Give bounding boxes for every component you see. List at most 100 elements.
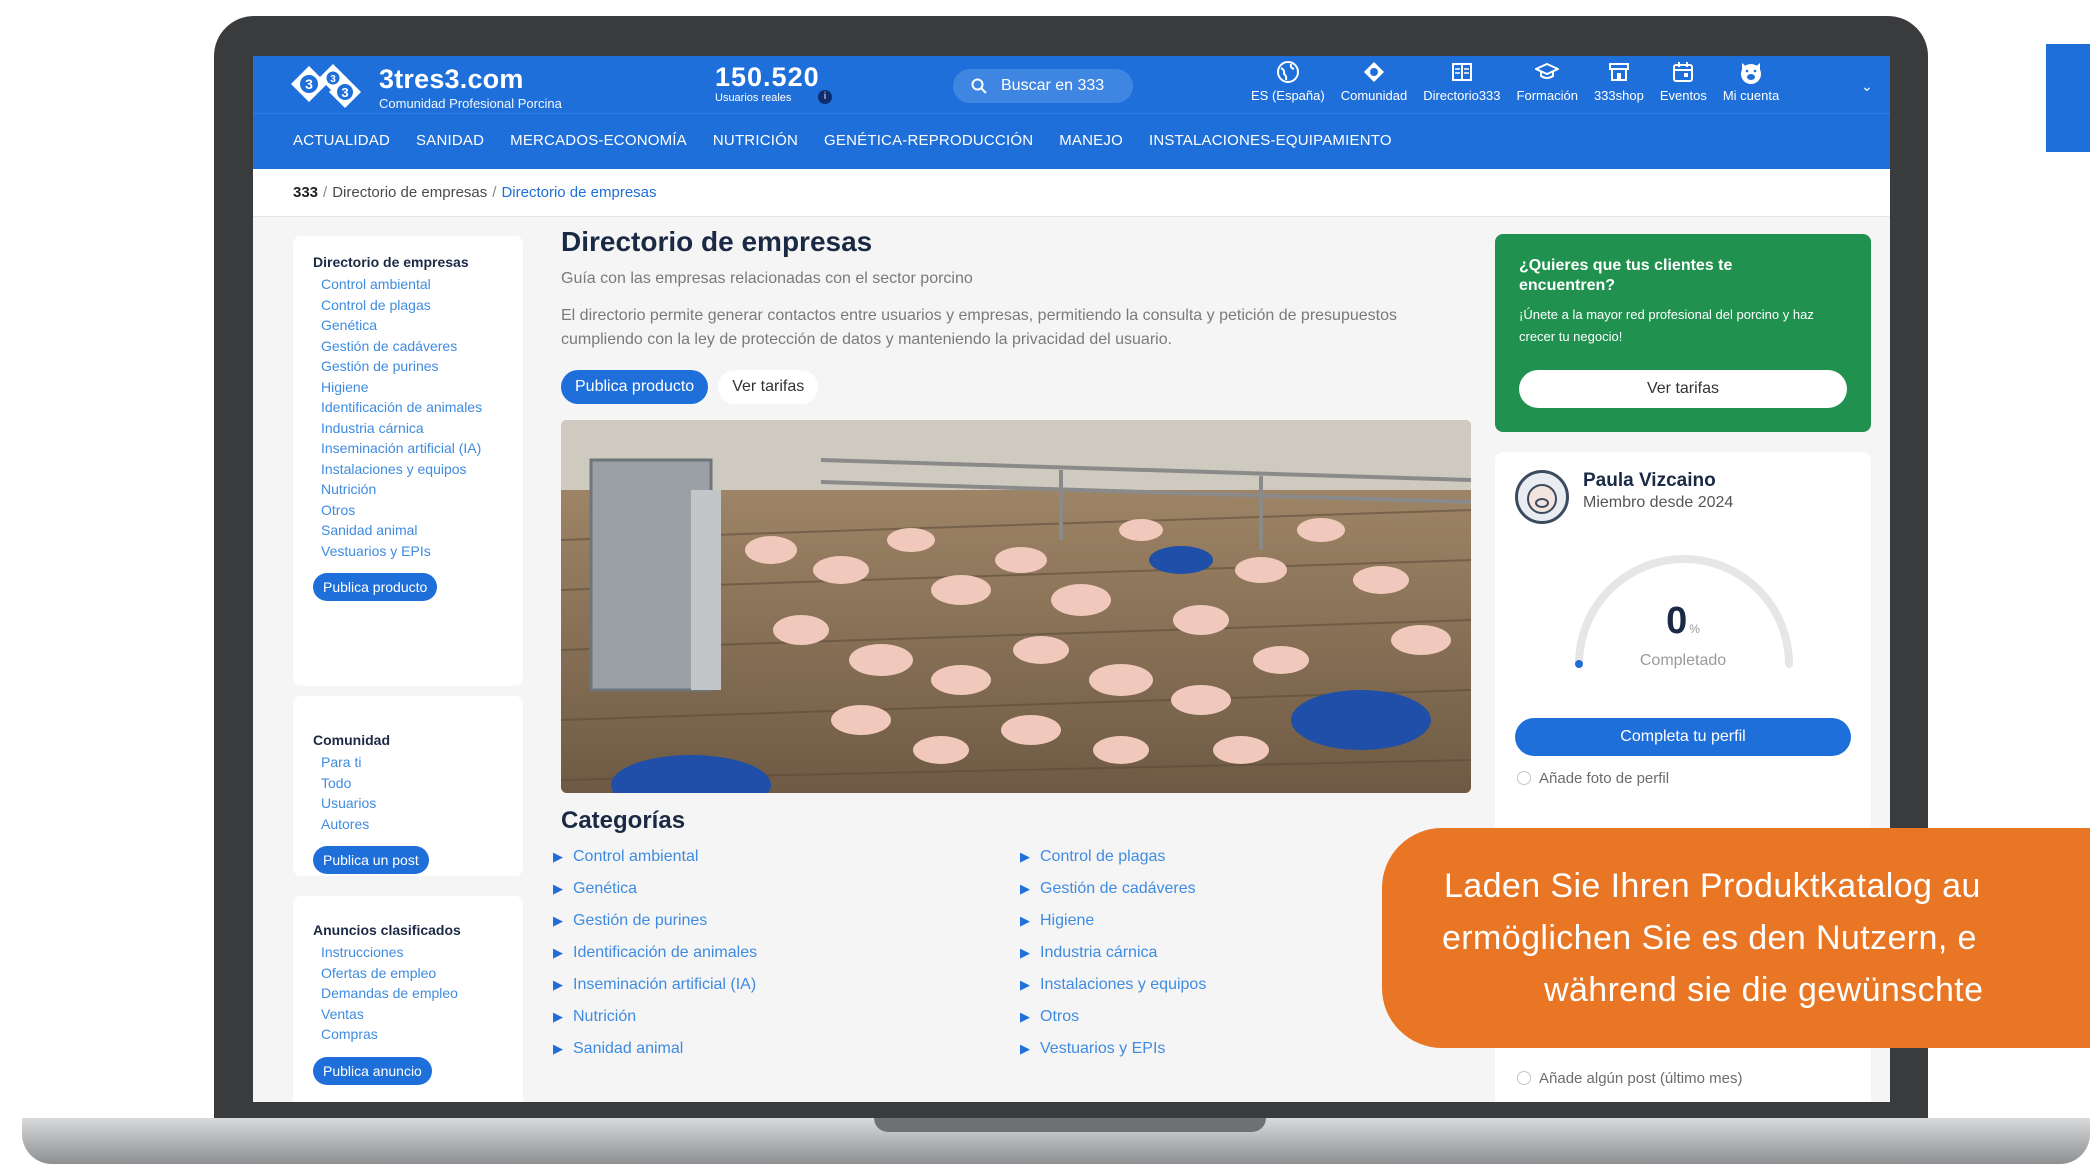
- nav-account[interactable]: Mi cuenta: [1715, 60, 1787, 110]
- sidebar-classifieds: Anuncios clasificados Instrucciones Ofert…: [293, 896, 523, 1102]
- sidebar-directory-item[interactable]: Instalaciones y equipos: [321, 459, 523, 480]
- sidebar-directory-item[interactable]: Inseminación artificial (IA): [321, 438, 523, 459]
- category-link[interactable]: ▶ Gestión de cadáveres: [1020, 873, 1206, 905]
- main-nav: ACTUALIDAD SANIDAD MERCADOS-ECONOMÍA NUT…: [253, 113, 1890, 169]
- main-nav-item[interactable]: SANIDAD: [403, 114, 497, 168]
- triangle-bullet-icon: ▶: [1020, 1041, 1030, 1056]
- publish-ad-button[interactable]: Publica anuncio: [313, 1056, 432, 1085]
- sidebar-community: Comunidad Para ti Todo Usuarios Autores Pub…: [293, 696, 523, 876]
- nav-directory[interactable]: Directorio333: [1415, 60, 1508, 110]
- triangle-bullet-icon: ▶: [553, 881, 563, 896]
- profile-member-since: Miembro desde 2024: [1583, 494, 1734, 511]
- sidebar-directory-item[interactable]: Vestuarios y EPIs: [321, 541, 523, 562]
- avatar[interactable]: [1515, 470, 1569, 524]
- checkbox-icon: [1517, 771, 1531, 785]
- category-label: Control ambiental: [573, 848, 699, 865]
- sidebar-directory-item[interactable]: Nutrición: [321, 479, 523, 500]
- sidebar-directory-item[interactable]: Gestión de cadáveres: [321, 336, 523, 357]
- category-link[interactable]: ▶ Identificación de animales: [553, 937, 757, 969]
- checklist-label: Añade foto de perfil: [1539, 770, 1670, 787]
- sidebar-community-item[interactable]: Autores: [321, 814, 523, 835]
- category-link[interactable]: ▶ Otros: [1020, 1001, 1206, 1033]
- breadcrumb-current[interactable]: Directorio de empresas: [501, 184, 656, 201]
- publish-product-button[interactable]: Publica producto: [313, 573, 438, 601]
- category-link[interactable]: ▶ Gestión de purines: [553, 905, 757, 937]
- nav-language[interactable]: ES (España): [1243, 60, 1333, 110]
- breadcrumb-level1[interactable]: Directorio de empresas: [332, 184, 487, 201]
- sidebar-directory-item[interactable]: Sanidad animal: [321, 520, 523, 541]
- category-label: Otros: [1040, 1008, 1080, 1025]
- sidebar-directory-item[interactable]: Genética: [321, 315, 523, 336]
- sidebar-directory-item[interactable]: Control de plagas: [321, 295, 523, 316]
- publish-post-button[interactable]: Publica un post: [313, 846, 429, 874]
- categories-title: Categorías: [561, 807, 686, 834]
- nav-shop[interactable]: 333shop: [1586, 60, 1652, 110]
- site-header: 3 3 3 3tres3.com Comunidad Profesional P…: [253, 56, 1890, 113]
- sidebar-directory-item[interactable]: Gestión de purines: [321, 356, 523, 377]
- chevron-down-icon[interactable]: ⌄: [1861, 78, 1873, 95]
- sidebar-classifieds-item[interactable]: Instrucciones: [321, 942, 523, 963]
- sidebar-classifieds-item[interactable]: Ofertas de empleo: [321, 963, 523, 984]
- sidebar-classifieds-item[interactable]: Demandas de empleo: [321, 983, 523, 1004]
- category-link[interactable]: ▶ Nutrición: [553, 1001, 757, 1033]
- complete-profile-button[interactable]: Completa tu perfil: [1515, 718, 1851, 756]
- triangle-bullet-icon: ▶: [553, 849, 563, 864]
- main-nav-item[interactable]: NUTRICIÓN: [700, 114, 811, 168]
- checklist-item[interactable]: Añade foto de perfil: [1517, 770, 1669, 787]
- sidebar-classifieds-item[interactable]: Ventas: [321, 1004, 523, 1025]
- category-link[interactable]: ▶ Genética: [553, 873, 757, 905]
- site-name[interactable]: 3tres3.com: [379, 64, 524, 95]
- sidebar-community-item[interactable]: Todo: [321, 773, 523, 794]
- promo-rates-button[interactable]: Ver tarifas: [1519, 370, 1847, 408]
- category-link[interactable]: ▶ Industria cárnica: [1020, 937, 1206, 969]
- publish-product-cta[interactable]: Publica producto: [561, 370, 709, 404]
- sidebar-directory-item[interactable]: Identificación de animales: [321, 397, 523, 418]
- main-nav-item[interactable]: MERCADOS-ECONOMÍA: [497, 114, 700, 168]
- sidebar-community-title[interactable]: Comunidad: [313, 732, 523, 748]
- shop-icon: [1606, 60, 1632, 86]
- category-link[interactable]: ▶ Control ambiental: [553, 841, 757, 873]
- logo-digit: 3: [330, 74, 336, 85]
- categories-left: ▶ Control ambiental ▶ Genética ▶ Gestión de p…: [553, 841, 757, 1065]
- main-nav-item[interactable]: MANEJO: [1046, 114, 1136, 168]
- category-link[interactable]: ▶ Instalaciones y equipos: [1020, 969, 1206, 1001]
- main-nav-item[interactable]: ACTUALIDAD: [293, 114, 403, 168]
- graduation-icon: [1533, 60, 1561, 86]
- sidebar-directory-title[interactable]: Directorio de empresas: [313, 254, 523, 270]
- sidebar-directory-item[interactable]: Higiene: [321, 377, 523, 398]
- callout-line: während sie die gewünschte: [1544, 971, 1984, 1009]
- category-link[interactable]: ▶ Vestuarios y EPIs: [1020, 1033, 1206, 1065]
- sidebar-community-item[interactable]: Para ti: [321, 752, 523, 773]
- sidebar-community-item[interactable]: Usuarios: [321, 793, 523, 814]
- promo-card: ¿Quieres que tus clientes te encuentren?…: [1495, 234, 1871, 432]
- sidebar-directory-item[interactable]: Industria cárnica: [321, 418, 523, 439]
- sidebar-classifieds-item[interactable]: Compras: [321, 1024, 523, 1045]
- nav-community[interactable]: Comunidad: [1333, 60, 1416, 110]
- sidebar-directory-item[interactable]: Otros: [321, 500, 523, 521]
- category-link[interactable]: ▶ Control de plagas: [1020, 841, 1206, 873]
- category-link[interactable]: ▶ Sanidad animal: [553, 1033, 757, 1065]
- sidebar-directory-item[interactable]: Control ambiental: [321, 274, 523, 295]
- search-button[interactable]: Buscar en 333: [953, 69, 1133, 103]
- sidebar-community-list: Para ti Todo Usuarios Autores: [313, 752, 523, 834]
- completion-number: 0: [1666, 600, 1688, 642]
- nav-community-label: Comunidad: [1340, 88, 1408, 103]
- category-link[interactable]: ▶ Inseminación artificial (IA): [553, 969, 757, 1001]
- checklist-item[interactable]: Añade algún post (último mes): [1517, 1070, 1742, 1087]
- profile-name[interactable]: Paula Vizcaino: [1583, 470, 1716, 492]
- category-link[interactable]: ▶ Higiene: [1020, 905, 1206, 937]
- nav-events[interactable]: Eventos: [1652, 60, 1715, 110]
- info-icon[interactable]: i: [818, 90, 832, 104]
- brand-corner-shape: [2046, 44, 2090, 152]
- breadcrumb-root[interactable]: 333: [293, 184, 318, 201]
- main-nav-item[interactable]: INSTALACIONES-EQUIPAMIENTO: [1136, 114, 1405, 168]
- triangle-bullet-icon: ▶: [553, 913, 563, 928]
- category-label: Gestión de purines: [573, 912, 708, 929]
- sidebar-classifieds-title[interactable]: Anuncios clasificados: [313, 922, 523, 938]
- logo-icon[interactable]: 3 3 3: [289, 64, 361, 108]
- main-nav-item[interactable]: GENÉTICA-REPRODUCCIÓN: [811, 114, 1046, 168]
- view-rates-button[interactable]: Ver tarifas: [718, 370, 819, 404]
- nav-training[interactable]: Formación: [1509, 60, 1586, 110]
- pig-avatar-icon: [1738, 60, 1764, 86]
- logo-digit: 3: [305, 76, 313, 92]
